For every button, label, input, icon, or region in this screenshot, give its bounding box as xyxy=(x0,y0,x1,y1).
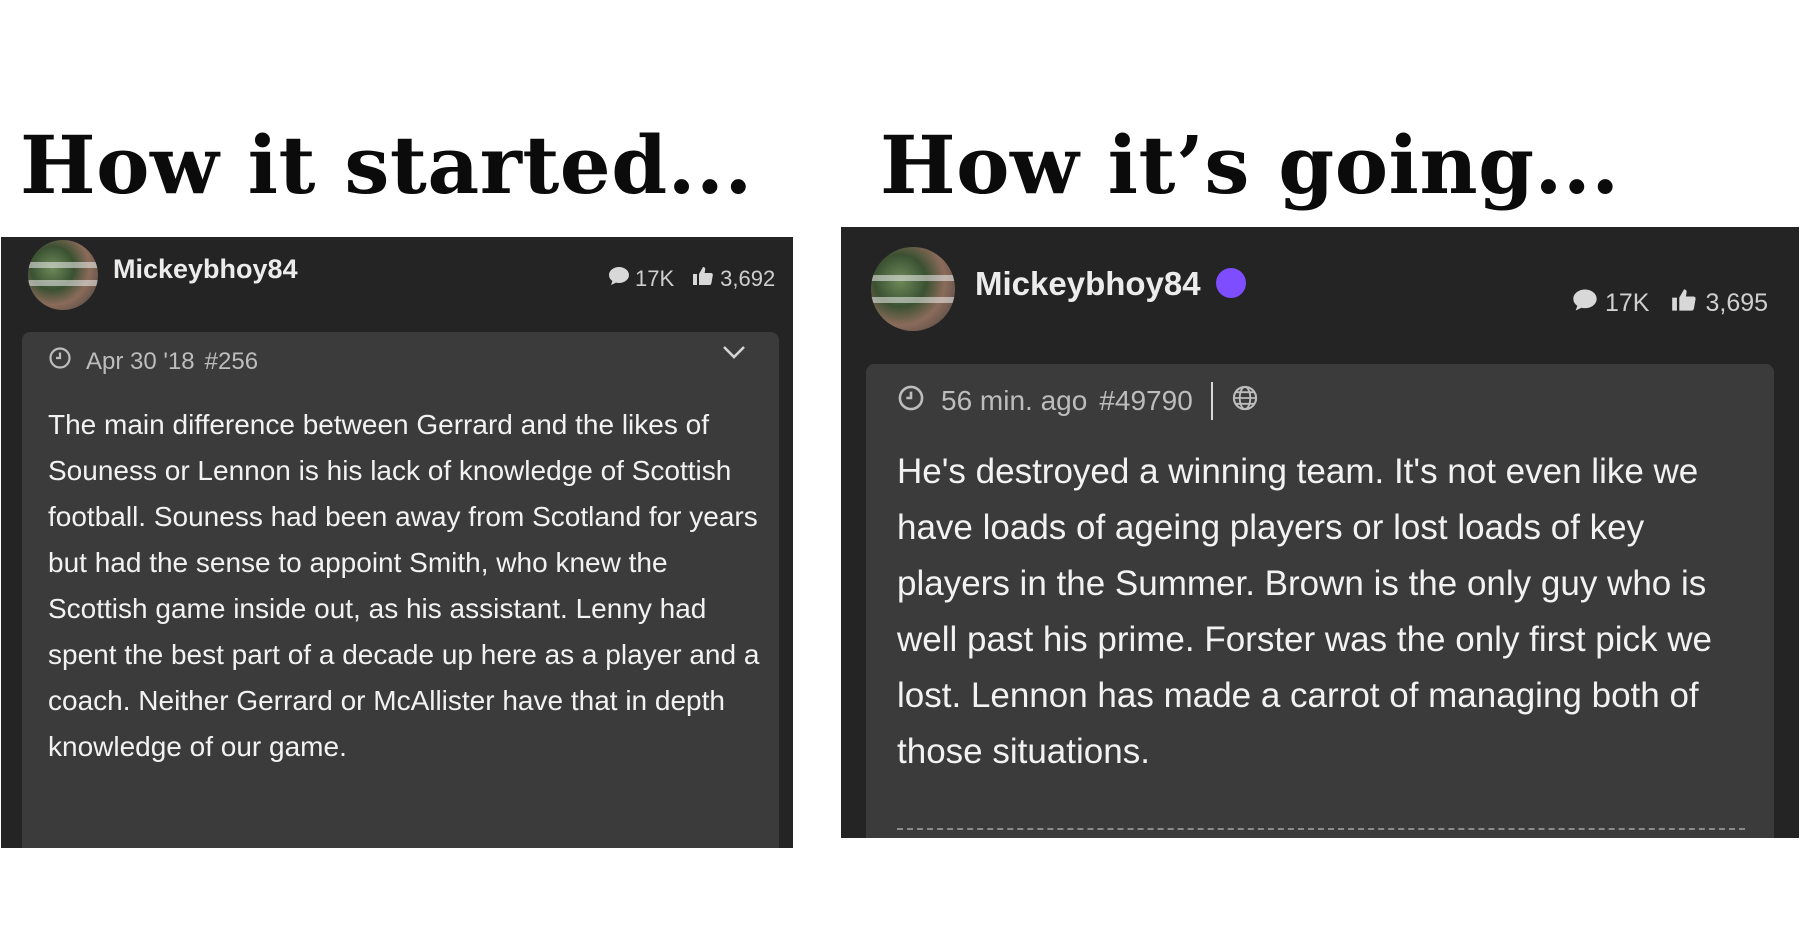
heading-how-its-going: How it’s going... xyxy=(880,118,1620,212)
username[interactable]: Mickeybhoy84 xyxy=(113,254,298,285)
post-panel-new: Mickeybhoy84 17K 3,695 56 min. ago #4979… xyxy=(841,227,1799,838)
comment-count: 17K xyxy=(1605,289,1650,317)
post-meta: Apr 30 '18 #256 xyxy=(48,346,258,377)
post-meta: 56 min. ago #49790 xyxy=(897,382,1259,420)
globe-icon[interactable] xyxy=(1231,384,1259,419)
post-stats: 17K 3,695 xyxy=(1571,287,1768,320)
thumbs-up-icon[interactable] xyxy=(692,265,714,293)
dashed-divider xyxy=(897,828,1745,830)
post-stats: 17K 3,692 xyxy=(607,265,775,293)
post-date[interactable]: Apr 30 '18 xyxy=(86,348,195,376)
avatar[interactable] xyxy=(28,240,98,310)
username[interactable]: Mickeybhoy84 xyxy=(975,265,1201,302)
post-number[interactable]: #256 xyxy=(205,348,258,376)
verified-badge-icon xyxy=(1215,268,1246,299)
avatar[interactable] xyxy=(871,247,955,331)
post-card: Apr 30 '18 #256 The main difference betw… xyxy=(22,332,779,848)
post-body: The main difference between Gerrard and … xyxy=(48,409,760,762)
clock-icon xyxy=(897,384,925,419)
clock-icon xyxy=(48,346,72,377)
comment-bubble-icon xyxy=(1571,287,1599,320)
post-body: He's destroyed a winning team. It's not … xyxy=(897,452,1712,771)
like-count: 3,692 xyxy=(720,266,776,291)
username-row: Mickeybhoy84 xyxy=(975,265,1246,303)
post-number[interactable]: #49790 xyxy=(1099,385,1192,417)
post-panel-old: Mickeybhoy84 17K 3,692 Apr 30 '18 #256 T… xyxy=(1,237,793,848)
meta-divider xyxy=(1210,382,1213,420)
comment-bubble-icon xyxy=(607,265,631,293)
comment-count: 17K xyxy=(635,266,675,291)
heading-how-it-started: How it started... xyxy=(20,118,753,212)
like-count: 3,695 xyxy=(1705,289,1769,317)
post-card: 56 min. ago #49790 He's destroyed a winn… xyxy=(866,364,1774,838)
thumbs-up-icon[interactable] xyxy=(1671,287,1697,320)
post-date[interactable]: 56 min. ago xyxy=(941,385,1087,417)
chevron-down-icon[interactable] xyxy=(721,343,747,366)
